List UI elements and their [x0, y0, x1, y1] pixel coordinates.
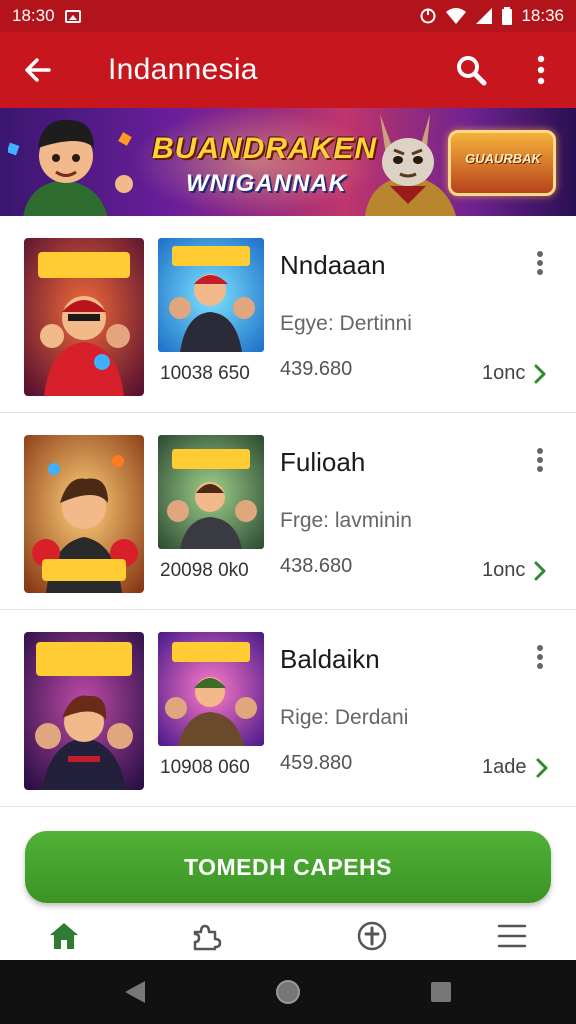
details-link[interactable]: 1onc — [482, 362, 547, 385]
game-name: Baldaikn — [280, 644, 380, 674]
status-time-right: 18:36 — [521, 6, 564, 25]
banner-title: BUANDRAKEN — [152, 132, 377, 165]
details-link[interactable]: 1onc — [482, 559, 547, 582]
more-vert-icon — [537, 654, 543, 660]
cover-art — [24, 435, 144, 593]
game-genre: Egye: Dertinni — [280, 312, 412, 335]
search-button[interactable] — [436, 32, 506, 108]
chevron-right-icon — [534, 364, 546, 383]
home-icon — [50, 923, 78, 949]
game-tag: 1ade — [482, 756, 527, 778]
game-genre: Rige: Derdani — [280, 706, 409, 729]
page-title: Indannesia — [108, 53, 258, 86]
more-options-button[interactable] — [524, 246, 556, 280]
cover-art — [158, 632, 264, 746]
tab-menu[interactable] — [484, 916, 540, 956]
arrow-left-icon — [25, 58, 51, 82]
chevron-right-icon — [534, 561, 546, 580]
circle-home-icon — [276, 980, 300, 1004]
more-vert-icon — [537, 260, 543, 266]
sync-icon — [420, 8, 436, 24]
banner-emblem-text: GUAURBAK — [465, 151, 541, 166]
battery-icon — [502, 7, 513, 25]
more-vert-icon — [537, 457, 543, 463]
promo-banner[interactable]: BUANDRAKEN WNIGANNAK GUAURBAK — [0, 108, 576, 216]
banner-subtitle: WNIGANNAK — [186, 170, 347, 197]
game-count: 439.680 — [280, 358, 353, 380]
app-bar: Indannesia — [0, 32, 576, 108]
square-recents-icon — [431, 982, 451, 1002]
banner-hero-right — [365, 114, 456, 216]
game-cover-small[interactable] — [158, 632, 264, 746]
primary-action-button[interactable]: TOMEDH CAPEHS — [25, 831, 551, 903]
cover-art — [24, 238, 144, 396]
banner-emblem: GUAURBAK — [448, 130, 556, 196]
system-navigation-bar — [0, 960, 576, 1024]
tab-home[interactable] — [36, 916, 92, 956]
more-vert-icon — [537, 55, 545, 85]
game-code: 10908 060 — [160, 757, 250, 778]
system-recents-button[interactable] — [426, 977, 456, 1007]
tab-games[interactable] — [178, 916, 234, 956]
game-list: 10038 650 Nndaaan Egye: Dertinni 439.680… — [0, 216, 576, 807]
puzzle-icon — [193, 924, 222, 951]
game-cover-large[interactable] — [24, 632, 144, 790]
status-bar: 18:30 18:36 — [0, 0, 576, 32]
list-item[interactable]: 10038 650 Nndaaan Egye: Dertinni 439.680… — [0, 216, 576, 413]
cover-art — [24, 632, 144, 790]
game-code: 10038 650 — [160, 363, 250, 384]
cover-art — [158, 238, 264, 352]
game-cover-small[interactable] — [158, 435, 264, 549]
game-genre: Frge: lavminin — [280, 509, 412, 532]
game-name: Fulioah — [280, 447, 366, 477]
game-count: 459.880 — [280, 752, 353, 774]
details-link[interactable]: 1ade — [482, 756, 549, 779]
more-options-button[interactable] — [524, 640, 556, 674]
cover-art — [158, 435, 264, 549]
game-cover-large[interactable] — [24, 435, 144, 593]
list-item[interactable]: 10908 060 Baldaikn Rige: Derdani 459.880… — [0, 610, 576, 807]
system-back-button[interactable] — [120, 977, 150, 1007]
compass-icon — [357, 921, 387, 951]
status-time-left: 18:30 — [12, 6, 55, 25]
triangle-back-icon — [125, 981, 145, 1003]
game-count: 438.680 — [280, 555, 353, 577]
game-name: Nndaaan — [280, 250, 386, 280]
signal-icon — [476, 8, 493, 24]
banner-hero-left — [8, 119, 133, 216]
bottom-navigation — [0, 910, 576, 962]
game-cover-small[interactable] — [158, 238, 264, 352]
game-tag: 1onc — [482, 362, 526, 384]
more-options-button[interactable] — [524, 443, 556, 477]
list-item[interactable]: 20098 0k0 Fulioah Frge: lavminin 438.680… — [0, 413, 576, 610]
chevron-right-icon — [536, 758, 547, 777]
game-cover-large[interactable] — [24, 238, 144, 396]
back-button[interactable] — [0, 32, 76, 108]
game-tag: 1onc — [482, 559, 526, 581]
image-icon — [64, 9, 81, 23]
wifi-icon — [446, 8, 467, 24]
game-code: 20098 0k0 — [160, 560, 249, 581]
list-icon — [497, 924, 527, 948]
system-home-button[interactable] — [273, 977, 303, 1007]
tab-explore[interactable] — [344, 916, 400, 956]
overflow-menu-button[interactable] — [506, 32, 576, 108]
search-icon — [457, 56, 487, 86]
